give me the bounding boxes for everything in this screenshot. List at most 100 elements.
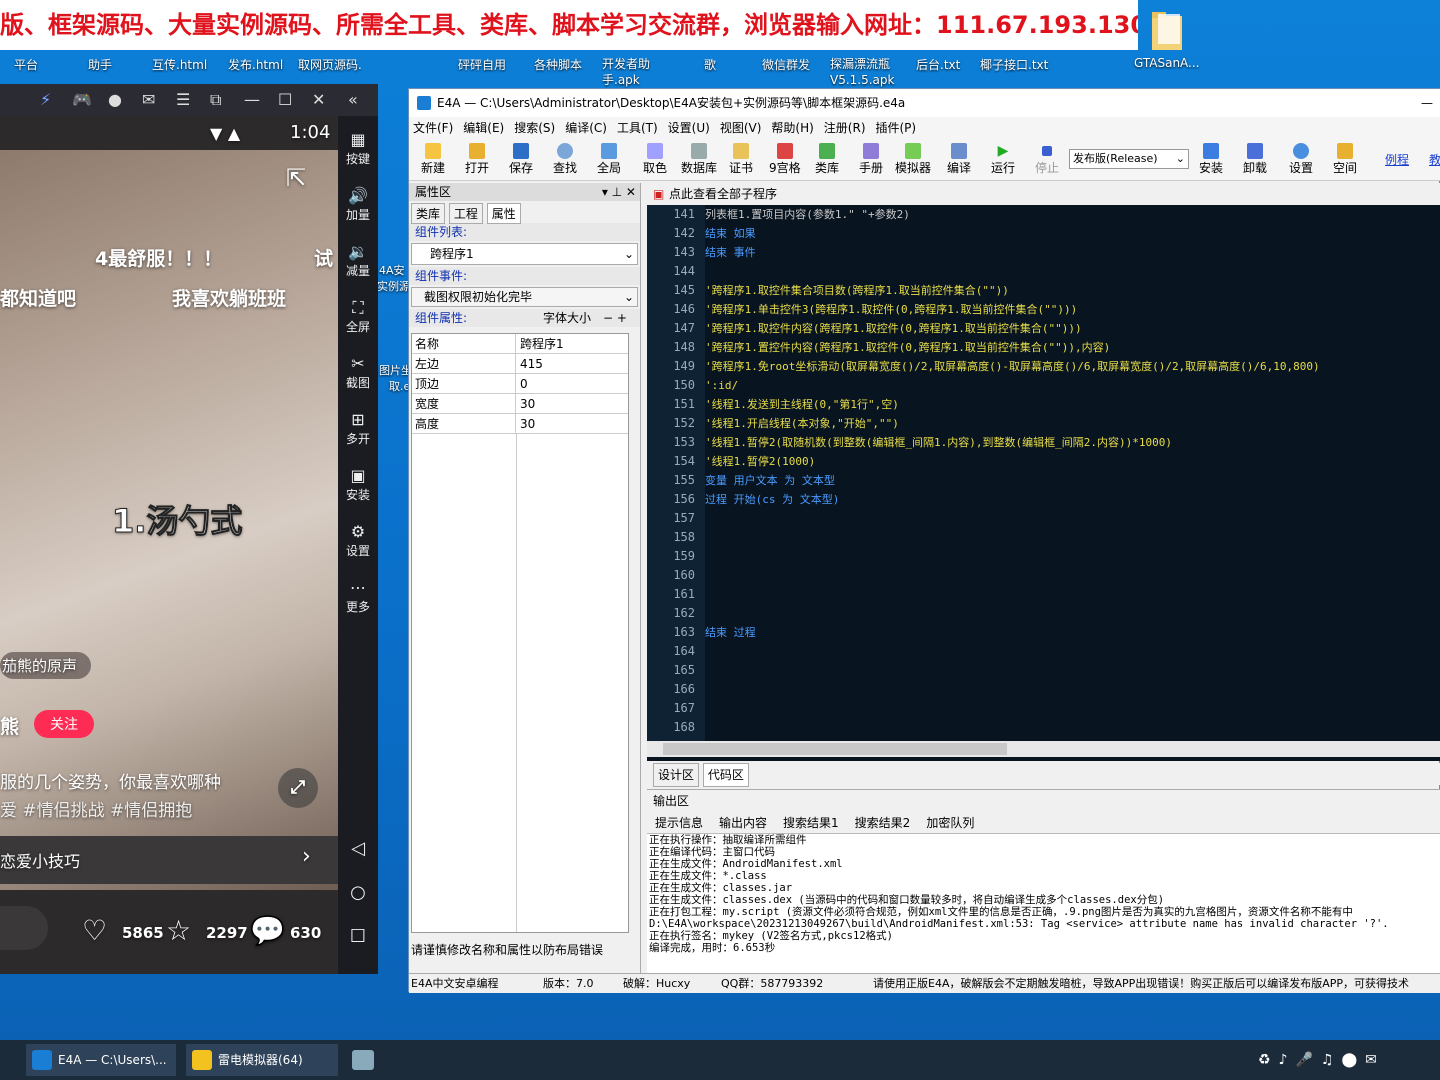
manual-button[interactable]: 手册 (859, 143, 883, 176)
code-line[interactable]: 结束 如果 (705, 224, 1440, 243)
desktop-icon-label[interactable]: 实例源 (377, 278, 410, 294)
code-line[interactable] (705, 604, 1440, 623)
space-button[interactable]: 空间 (1333, 143, 1357, 176)
code-line[interactable]: 变量 用户文本 为 文本型 (705, 471, 1440, 490)
desktop-icon-label[interactable]: 平台 (14, 56, 38, 73)
zoom-buttons[interactable]: − + (603, 309, 627, 327)
screenshot-button[interactable]: ✂ 截图 (338, 354, 378, 391)
keys-button[interactable]: ▦ 按键 (338, 130, 378, 167)
menu-edit[interactable]: 编辑(E) (463, 117, 504, 139)
tray-icons[interactable]: ♻♪🎤♫⬤✉ (1258, 1044, 1385, 1076)
tab-design[interactable]: 设计区 (653, 763, 700, 787)
prop-row[interactable]: 左边 415 (412, 354, 628, 374)
release-select[interactable]: 发布版(Release) ⌄ (1069, 149, 1189, 169)
mail-icon[interactable]: ✉ (142, 90, 155, 109)
code-editor[interactable]: ▣ 点此查看全部子程序 141 142 143 144 145 146 147 148 149 15… (647, 183, 1440, 761)
fullscreen-icon[interactable]: ⤢ (278, 768, 318, 808)
bolt-icon[interactable]: ⚡ (40, 90, 51, 109)
component-select[interactable]: 跨程序1 ⌄ (411, 243, 638, 265)
music-label[interactable]: 茄熊的原声 (0, 652, 92, 679)
taskbar-app[interactable] (352, 1044, 376, 1076)
code-line[interactable] (705, 547, 1440, 566)
menu-view[interactable]: 视图(V) (720, 117, 762, 139)
uninstall-button[interactable]: 卸载 (1243, 143, 1267, 176)
desktop-icon-label[interactable]: 砰砰自用 (458, 56, 506, 73)
pick-color-button[interactable]: 取色 (643, 143, 667, 176)
menu-tools[interactable]: 工具(T) (617, 117, 658, 139)
home-icon[interactable]: ○ (338, 882, 378, 903)
code-line[interactable]: 过程 开始(cs 为 文本型) (705, 490, 1440, 509)
menu-plugins[interactable]: 插件(P) (876, 117, 917, 139)
code-line[interactable]: '线程1.发送到主线程(0,"第1行",空) (705, 395, 1440, 414)
prop-row[interactable]: 宽度 30 (412, 394, 628, 414)
code-line[interactable] (705, 262, 1440, 281)
code-line[interactable]: 结束 过程 (705, 623, 1440, 642)
volume-up-button[interactable]: 🔊 加量 (338, 186, 378, 223)
compile-button[interactable]: 编译 (947, 143, 971, 176)
code-line[interactable]: '跨程序1.取控件内容(跨程序1.取控件(0,跨程序1.取当前控件集合(""))… (705, 319, 1440, 338)
heart-icon[interactable]: ♡ (82, 914, 107, 947)
tab-properties[interactable]: 属性 (486, 203, 521, 224)
library-button[interactable]: 类库 (815, 143, 839, 176)
code-line[interactable]: 列表框1.置项目内容(参数1." "+参数2) (705, 205, 1440, 224)
menu-icon[interactable]: ☰ (176, 90, 190, 109)
desktop-icon-label[interactable]: 歌 (704, 56, 716, 73)
menu-file[interactable]: 文件(F) (413, 117, 453, 139)
code-line[interactable] (705, 509, 1440, 528)
code-line[interactable]: '线程1.开启线程(本对象,"开始","") (705, 414, 1440, 433)
desktop-icon-label[interactable]: 开发者助手.apk (602, 56, 672, 88)
comment-input[interactable] (0, 906, 48, 950)
desktop-icon-label[interactable]: 互传.html (152, 56, 207, 73)
horizontal-scrollbar[interactable] (647, 741, 1440, 757)
settings-button[interactable]: ⚙ 设置 (338, 522, 378, 559)
certificate-button[interactable]: 证书 (729, 143, 753, 176)
tab-search1[interactable]: 搜索结果1 (783, 812, 839, 834)
event-select[interactable]: 截图权限初始化完毕 ⌄ (411, 287, 638, 307)
gamepad-icon[interactable]: 🎮 (72, 90, 92, 109)
menu-help[interactable]: 帮助(H) (771, 117, 813, 139)
code-line[interactable]: '线程1.暂停2(1000) (705, 452, 1440, 471)
open-button[interactable]: 打开 (465, 143, 489, 176)
desktop-icon-label[interactable]: 发布.html (228, 56, 283, 73)
tip-bar[interactable]: 恋爱小技巧 › (0, 836, 338, 884)
emulator-button[interactable]: 模拟器 (895, 143, 931, 176)
comment-icon[interactable]: 💬 (250, 914, 285, 947)
tab-hints[interactable]: 提示信息 (655, 812, 703, 834)
code-line[interactable]: 结束 事件 (705, 243, 1440, 262)
maximize-icon[interactable]: ☐ (278, 90, 292, 109)
subroutine-tab[interactable]: ▣ 点此查看全部子程序 (647, 183, 1440, 205)
minimize-icon[interactable]: — (244, 90, 260, 109)
minimize-icon[interactable]: — (1421, 89, 1433, 117)
code-line[interactable] (705, 566, 1440, 585)
taskbar-emulator[interactable]: 雷电模拟器(64) (186, 1044, 338, 1076)
video-hashtags[interactable]: 爱 #情侣挑战 #情侣拥抱 (0, 796, 192, 821)
menu-compile[interactable]: 编译(C) (565, 117, 607, 139)
desktop-icon-label[interactable]: 后台.txt (916, 56, 960, 73)
desktop-icon-label[interactable]: 椰子接口.txt (980, 56, 1048, 73)
share-icon[interactable]: ⇱ (286, 164, 306, 192)
prop-row[interactable]: 名称 跨程序1 (412, 334, 628, 354)
close-icon[interactable]: ✕ (312, 90, 325, 109)
folder-icon[interactable] (1150, 10, 1184, 52)
desktop-icon-label[interactable]: 取网页源码. (298, 56, 362, 73)
collapse-icon[interactable]: « (348, 90, 358, 109)
tab-encrypt[interactable]: 加密队列 (926, 812, 974, 834)
tab-code[interactable]: 代码区 (702, 763, 749, 787)
run-button[interactable]: ▶ 运行 (991, 143, 1015, 176)
author-name[interactable]: 熊 (0, 712, 19, 739)
settings-tool-button[interactable]: 设置 (1289, 143, 1313, 176)
tab-search2[interactable]: 搜索结果2 (855, 812, 911, 834)
phone-screen[interactable]: ▼ ▲ 1:04 ⇱ 4最舒服！！！ 试 都知道吧 我喜欢躺班班 1.汤勺式 茄… (0, 116, 338, 974)
volume-down-button[interactable]: 🔉 减量 (338, 242, 378, 279)
menu-settings[interactable]: 设置(U) (668, 117, 710, 139)
save-button[interactable]: 保存 (509, 143, 533, 176)
code-line[interactable] (705, 699, 1440, 718)
find-button[interactable]: 查找 (553, 143, 577, 176)
stop-button[interactable]: 停止 (1035, 143, 1059, 176)
tab-output[interactable]: 输出内容 (719, 812, 767, 834)
fullscreen-button[interactable]: ⛶ 全屏 (338, 298, 378, 335)
scroll-thumb[interactable] (663, 743, 1007, 755)
desktop-icon-label[interactable]: 4A安 (379, 262, 405, 278)
prop-row[interactable]: 顶边 0 (412, 374, 628, 394)
pin-close-icon[interactable]: ▾ ⊥ ✕ (602, 183, 636, 201)
